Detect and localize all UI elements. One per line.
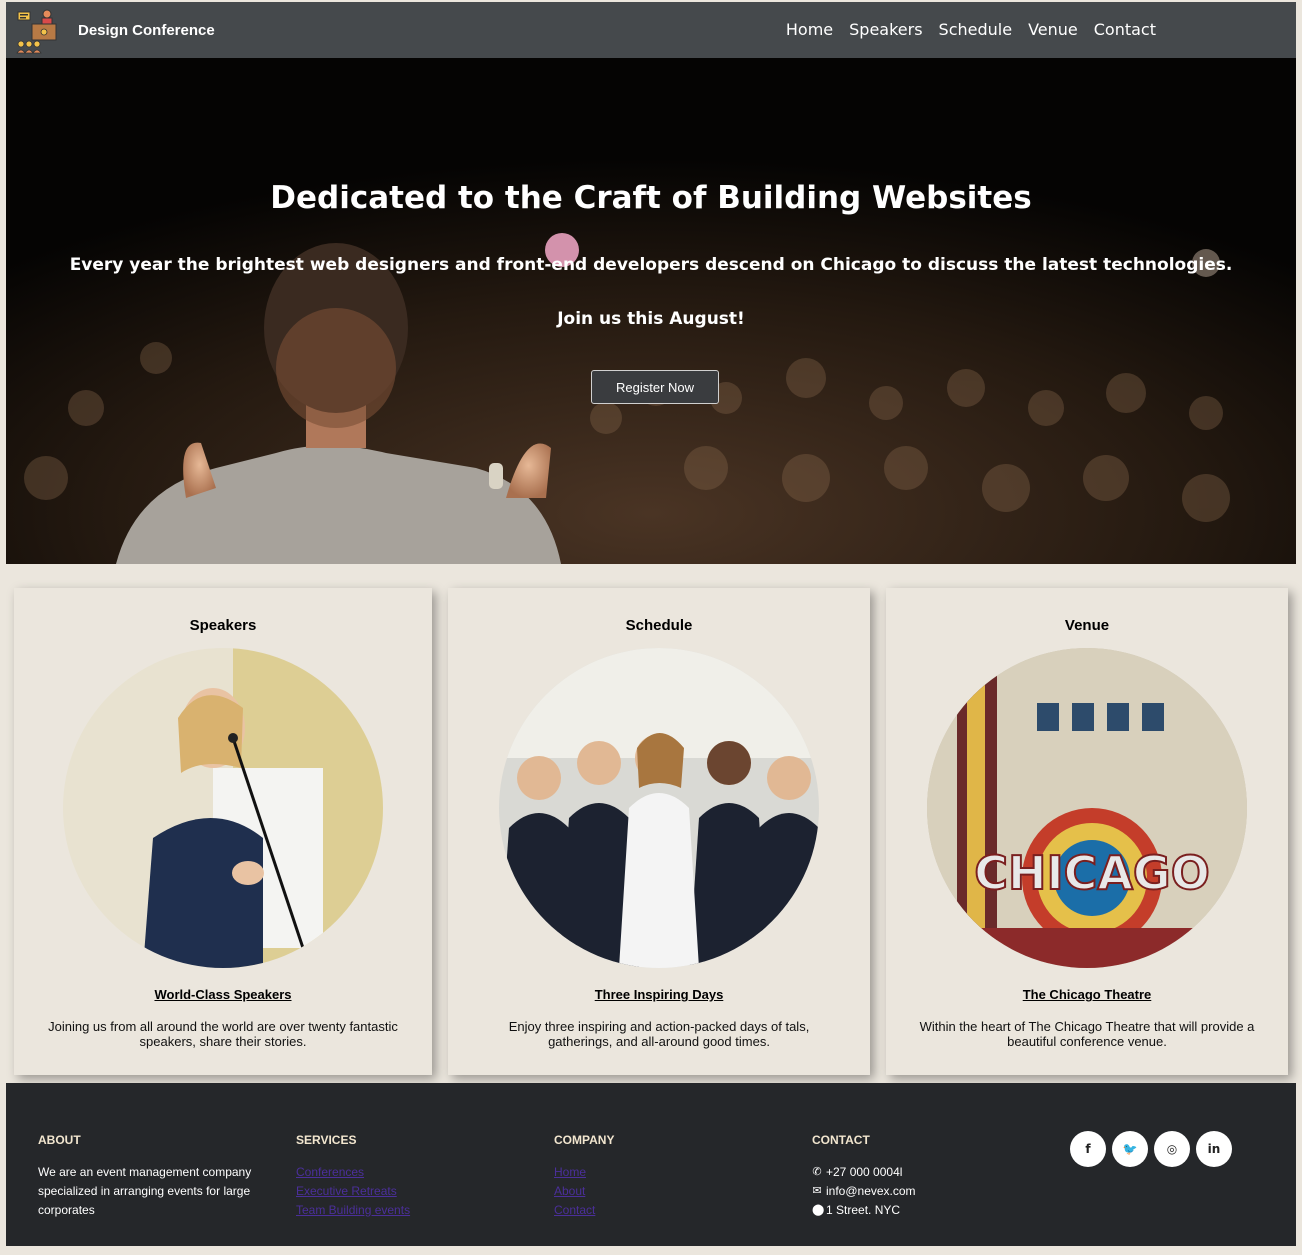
hero-section: Dedicated to the Craft of Building Websi… [6, 58, 1296, 564]
email-address: info@nevex.com [826, 1184, 916, 1198]
footer-link-contact[interactable]: Contact [554, 1201, 784, 1220]
hero-subtitle: Every year the brightest web designers a… [69, 255, 1233, 275]
facebook-icon[interactable]: f [1070, 1131, 1106, 1167]
chicago-theatre-photo: CHICAGO [927, 648, 1247, 968]
card-heading[interactable]: The Chicago Theatre [886, 987, 1288, 1002]
footer-services: SERVICES Conferences Executive Retreats … [296, 1133, 526, 1220]
footer-company: COMPANY Home About Contact [554, 1133, 784, 1220]
hero-title: Dedicated to the Craft of Building Websi… [270, 180, 1032, 216]
schedule-card: Schedule Three Inspiring Days Enjoy thre… [448, 588, 870, 1075]
footer-company-heading: COMPANY [554, 1133, 615, 1147]
card-text: Within the heart of The Chicago Theatre … [919, 1019, 1255, 1049]
footer-link-home[interactable]: Home [554, 1163, 784, 1182]
nav-home-link[interactable]: Home [786, 20, 833, 39]
nav-links: Home Speakers Schedule Venue Contact [786, 20, 1156, 39]
nav-venue-link[interactable]: Venue [1028, 20, 1078, 39]
footer-link-about[interactable]: About [554, 1182, 784, 1201]
envelope-icon: ✉ [812, 1185, 822, 1197]
footer-services-heading: SERVICES [296, 1133, 357, 1147]
contact-phone: ✆ +27 000 0004l [812, 1163, 1042, 1182]
hero-join-text: Join us this August! [557, 309, 745, 329]
nav-schedule-link[interactable]: Schedule [939, 20, 1013, 39]
phone-icon: ✆ [812, 1166, 822, 1178]
speakers-card: Speakers World-Class Speakers Joining us… [14, 588, 432, 1075]
footer-contact-heading: CONTACT [812, 1133, 870, 1147]
footer: ABOUT We are an event management company… [6, 1083, 1296, 1246]
nav-contact-link[interactable]: Contact [1094, 20, 1156, 39]
footer-about-text: We are an event management company speci… [38, 1165, 252, 1217]
street-address: 1 Street. NYC [826, 1203, 901, 1217]
nav-speakers-link[interactable]: Speakers [849, 20, 922, 39]
linkedin-icon[interactable]: in [1196, 1131, 1232, 1167]
venue-card: Venue CHICAGO The Chicago Theatre Within… [886, 588, 1288, 1075]
footer-link-team-building[interactable]: Team Building events [296, 1201, 526, 1220]
contact-address: ⬤ 1 Street. NYC [812, 1201, 1042, 1220]
footer-about: ABOUT We are an event management company… [38, 1133, 268, 1220]
conference-logo-icon[interactable] [14, 6, 64, 56]
card-text: Enjoy three inspiring and action-packed … [508, 1019, 810, 1049]
speaker-photo [63, 648, 383, 968]
contact-email: ✉ info@nevex.com [812, 1182, 1042, 1201]
dribbble-icon[interactable]: ◎ [1154, 1131, 1190, 1167]
social-links: f 🐦 ◎ in [1070, 1131, 1232, 1167]
footer-contact: CONTACT ✆ +27 000 0004l ✉ info@nevex.com… [812, 1133, 1042, 1220]
brand-name[interactable]: Design Conference [78, 22, 215, 39]
card-heading[interactable]: World-Class Speakers [14, 987, 432, 1002]
card-title: Schedule [625, 617, 693, 634]
card-text: Joining us from all around the world are… [48, 1019, 398, 1049]
twitter-icon[interactable]: 🐦 [1112, 1131, 1148, 1167]
footer-link-conferences[interactable]: Conferences [296, 1163, 526, 1182]
register-now-button[interactable]: Register Now [591, 370, 719, 404]
card-title: Venue [1064, 617, 1110, 634]
phone-number: +27 000 0004l [826, 1165, 903, 1179]
card-title: Speakers [189, 617, 257, 634]
navbar: Design Conference Home Speakers Schedule… [6, 2, 1296, 58]
footer-link-executive-retreats[interactable]: Executive Retreats [296, 1182, 526, 1201]
chicago-sign-text: CHICAGO [974, 846, 1210, 900]
footer-about-heading: ABOUT [38, 1133, 81, 1147]
card-heading[interactable]: Three Inspiring Days [448, 987, 870, 1002]
audience-photo [499, 648, 819, 968]
map-marker-icon: ⬤ [812, 1204, 825, 1216]
